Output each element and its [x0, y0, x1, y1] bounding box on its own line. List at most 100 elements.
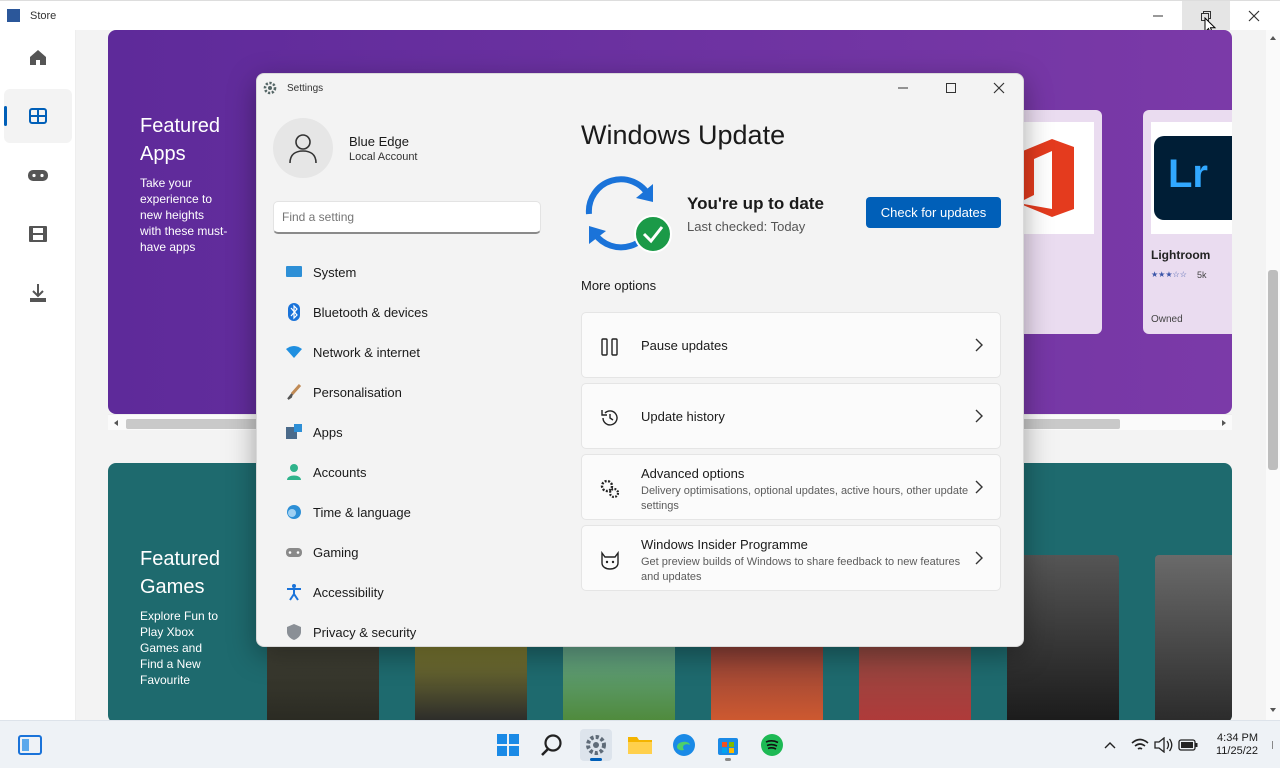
system-clock[interactable]: 4:34 PM 11/25/22 [1210, 732, 1258, 758]
gears-icon [598, 477, 622, 501]
store-icon [718, 738, 738, 755]
scroll-thumb[interactable] [1268, 270, 1278, 470]
nav-item-bluetooth[interactable]: Bluetooth & devices [273, 294, 541, 330]
scroll-down-icon [1270, 708, 1276, 712]
edge-button[interactable] [668, 729, 700, 761]
vertical-scrollbar[interactable] [1266, 30, 1280, 720]
scroll-right-icon [1222, 420, 1226, 426]
file-explorer-icon [628, 737, 652, 754]
user-profile[interactable]: Blue Edge Local Account [273, 118, 543, 182]
option-update-history[interactable]: Update history [581, 383, 1001, 449]
spotify-button[interactable] [756, 729, 788, 761]
page-title: Windows Update [581, 120, 786, 150]
volume-tray-button[interactable] [1152, 729, 1176, 761]
option-description: Get preview builds of Windows to share f… [641, 556, 961, 583]
option-pause-updates[interactable]: Pause updates [581, 312, 1001, 378]
minimize-icon [898, 87, 908, 89]
option-title: Advanced options [641, 466, 745, 481]
settings-gear-icon [263, 81, 277, 95]
settings-window: Settings Blue Edge Local Account System … [256, 73, 1024, 647]
chevron-right-icon [975, 480, 983, 494]
featured-games-title: Featured Games [140, 548, 221, 598]
system-icon [285, 263, 303, 281]
store-nav-movies[interactable] [4, 207, 72, 261]
option-advanced-options[interactable]: Advanced options Delivery optimisations,… [581, 454, 1001, 520]
history-icon [598, 406, 622, 430]
settings-taskbar-button[interactable] [580, 729, 612, 761]
chevron-right-icon [975, 338, 983, 352]
lightroom-logo: Lr [1151, 122, 1232, 234]
chevron-up-icon [1104, 742, 1116, 749]
nav-item-apps[interactable]: Apps [273, 414, 541, 450]
last-checked: Last checked: Today [687, 219, 806, 234]
nav-item-label: Bluetooth & devices [313, 305, 428, 320]
nav-item-label: Privacy & security [313, 625, 417, 640]
settings-maximize-button[interactable] [927, 74, 975, 102]
insider-cat-icon [598, 548, 622, 572]
network-tray-button[interactable] [1128, 729, 1152, 761]
clock-time: 4:34 PM [1217, 732, 1258, 744]
featured-games-description: Explore Fun to Play Xbox Games and Find … [140, 609, 219, 687]
store-sidebar [0, 30, 76, 720]
game-card[interactable] [1155, 555, 1232, 720]
settings-minimize-button[interactable] [879, 74, 927, 102]
store-minimize-button[interactable] [1134, 1, 1182, 31]
search-icon [541, 734, 562, 756]
search-button[interactable] [536, 729, 568, 761]
store-nav-home[interactable] [4, 30, 72, 84]
active-indicator [590, 758, 602, 761]
rating-count: 5k [1197, 270, 1207, 280]
settings-icon [586, 735, 606, 755]
store-nav-downloads[interactable] [4, 266, 72, 320]
file-explorer-button[interactable] [624, 729, 656, 761]
option-windows-insider[interactable]: Windows Insider Programme Get preview bu… [581, 525, 1001, 591]
start-button[interactable] [492, 729, 524, 761]
nav-item-label: Network & internet [313, 345, 420, 360]
user-icon [289, 134, 317, 164]
sync-check-icon [585, 176, 672, 253]
nav-item-label: Personalisation [313, 385, 402, 400]
store-nav-apps[interactable] [4, 89, 72, 143]
nav-item-accessibility[interactable]: Accessibility [273, 574, 541, 610]
nav-item-personalisation[interactable]: Personalisation [273, 374, 541, 410]
store-app-icon [7, 9, 20, 22]
scroll-up-icon [1270, 36, 1276, 40]
nav-item-label: Apps [313, 425, 343, 440]
windows-update-page: Windows Update You're up to date Last ch… [581, 104, 1001, 646]
nav-item-accounts[interactable]: Accounts [273, 454, 541, 490]
task-view-button[interactable] [14, 729, 46, 761]
check-for-updates-button[interactable]: Check for updates [866, 197, 1001, 228]
downloads-icon [30, 284, 46, 302]
show-hidden-icons-button[interactable] [1098, 729, 1122, 761]
wifi-icon [285, 343, 303, 361]
option-title: Windows Insider Programme [641, 537, 808, 552]
settings-close-button[interactable] [975, 74, 1023, 102]
store-close-button[interactable] [1230, 1, 1278, 31]
apps-icon [285, 423, 303, 441]
store-nav-gaming[interactable] [4, 148, 72, 202]
close-icon [993, 82, 1005, 94]
store-taskbar-button[interactable] [712, 729, 744, 761]
settings-titlebar: Settings [257, 74, 1023, 104]
accessibility-icon [285, 583, 303, 601]
accounts-icon [285, 463, 303, 481]
settings-window-title: Settings [287, 83, 324, 94]
nav-item-label: Time & language [313, 505, 411, 520]
maximize-icon [946, 83, 956, 93]
battery-tray-button[interactable] [1176, 729, 1200, 761]
nav-item-system[interactable]: System [273, 254, 541, 290]
close-icon [1248, 10, 1260, 22]
gamepad-icon [285, 543, 303, 561]
owned-label: Owned [1151, 314, 1183, 325]
scroll-left-icon [114, 420, 118, 426]
store-titlebar: Store [0, 0, 1280, 36]
running-indicator [725, 758, 731, 761]
app-card[interactable]: Lr Lightroom ★★★☆☆ 5k Owned [1143, 110, 1232, 334]
nav-item-gaming[interactable]: Gaming [273, 534, 541, 570]
nav-item-time-language[interactable]: Time & language [273, 494, 541, 530]
show-desktop-button[interactable] [1272, 741, 1276, 749]
settings-search-input[interactable] [273, 201, 541, 234]
nav-item-network[interactable]: Network & internet [273, 334, 541, 370]
nav-item-label: Accessibility [313, 585, 384, 600]
nav-item-privacy-security[interactable]: Privacy & security [273, 614, 541, 646]
